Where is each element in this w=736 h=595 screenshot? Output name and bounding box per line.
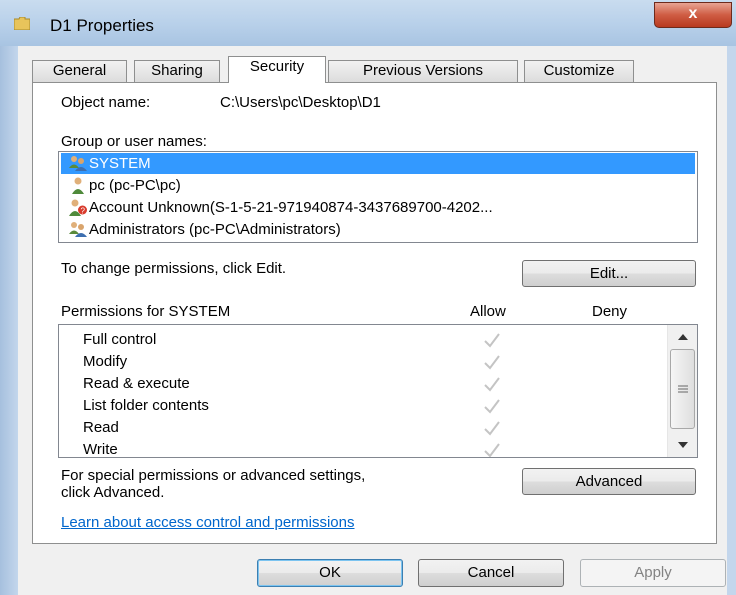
permissions-for-label: Permissions for SYSTEM [61,303,231,320]
scroll-thumb[interactable] [670,349,695,429]
unknown-user-icon: ? [69,199,87,216]
edit-button-label: Edit... [589,265,629,282]
permission-name: Read [83,419,119,436]
window-frame-right [727,46,736,595]
ok-button-label: OK [319,564,341,581]
list-item-pc[interactable]: pc (pc-PC\pc) [61,175,695,196]
object-name-label: Object name: [61,94,151,111]
tab-label: Sharing [151,62,203,79]
list-item-system[interactable]: SYSTEM [61,153,695,174]
user-group-icon [69,156,87,171]
list-item-account-unknown[interactable]: ? Account Unknown(S-1-5-21-971940874-343… [61,197,695,218]
title-bar: D1 Properties x [0,0,736,47]
tab-label: Security [249,58,305,75]
user-list[interactable]: SYSTEM pc (pc-PC\pc) ? Account Unknown(S… [58,151,698,243]
list-item-administrators[interactable]: Administrators (pc-PC\Administrators) [61,219,695,240]
tab-label: General [52,62,107,79]
permission-name: Write [83,441,118,458]
allow-column-header: Allow [470,303,506,320]
allow-check-icon [484,421,500,436]
allow-check-icon [484,333,500,348]
scroll-up-icon[interactable] [668,327,698,347]
close-icon: x [688,5,698,22]
allow-check-icon [484,377,500,392]
permission-name: Modify [83,353,128,370]
advanced-button-label: Advanced [575,473,643,490]
permission-row: List folder contents [59,395,679,417]
apply-button[interactable]: Apply [580,559,726,587]
permission-row: Read [59,417,679,439]
tab-security[interactable]: Security [228,56,326,83]
permission-name: Read & execute [83,375,190,392]
tab-label: Previous Versions [362,62,484,79]
list-item-label: Account Unknown(S-1-5-21-971940874-34376… [89,199,493,216]
learn-about-access-control-link[interactable]: Learn about access control and permissio… [61,514,355,531]
change-permissions-text: To change permissions, click Edit. [61,260,287,277]
permission-row: Modify [59,351,679,373]
allow-check-icon [484,443,500,457]
window-title: D1 Properties [50,16,154,35]
permissions-list: Full control Modify Read & execute List … [58,324,698,458]
user-group-icon [69,222,87,237]
permission-name: List folder contents [83,397,209,414]
deny-column-header: Deny [592,303,628,320]
allow-check-icon [484,355,500,370]
close-button[interactable]: x [654,2,732,28]
tab-previous-versions[interactable]: Previous Versions [328,60,518,82]
permission-row: Full control [59,329,679,351]
cancel-button[interactable]: Cancel [418,559,564,587]
vertical-scrollbar[interactable] [667,325,698,457]
tab-customize[interactable]: Customize [524,60,634,82]
grip-icon [678,385,688,393]
permission-row: Read & execute [59,373,679,395]
cancel-button-label: Cancel [467,564,515,581]
list-item-label: SYSTEM [89,155,151,172]
allow-check-icon [484,399,500,414]
object-name-value: C:\Users\pc\Desktop\D1 [220,94,381,111]
ok-button[interactable]: OK [257,559,403,587]
user-icon [72,177,84,194]
window-frame-left [0,46,18,595]
list-item-label: pc (pc-PC\pc) [89,177,181,194]
click-advanced-text: click Advanced. [61,484,165,501]
tab-general[interactable]: General [32,60,127,82]
special-permissions-text: For special permissions or advanced sett… [61,467,366,484]
permission-name: Full control [83,331,157,348]
folder-icon [14,17,30,30]
group-user-label: Group or user names: [61,133,207,150]
apply-button-label: Apply [634,564,672,581]
tab-sharing[interactable]: Sharing [134,60,220,82]
tab-label: Customize [543,62,615,79]
scroll-down-icon[interactable] [668,435,698,455]
svg-text:?: ? [81,207,86,216]
advanced-button[interactable]: Advanced [522,468,696,495]
edit-button[interactable]: Edit... [522,260,696,287]
permission-row: Write [59,439,679,458]
list-item-label: Administrators (pc-PC\Administrators) [89,221,341,238]
